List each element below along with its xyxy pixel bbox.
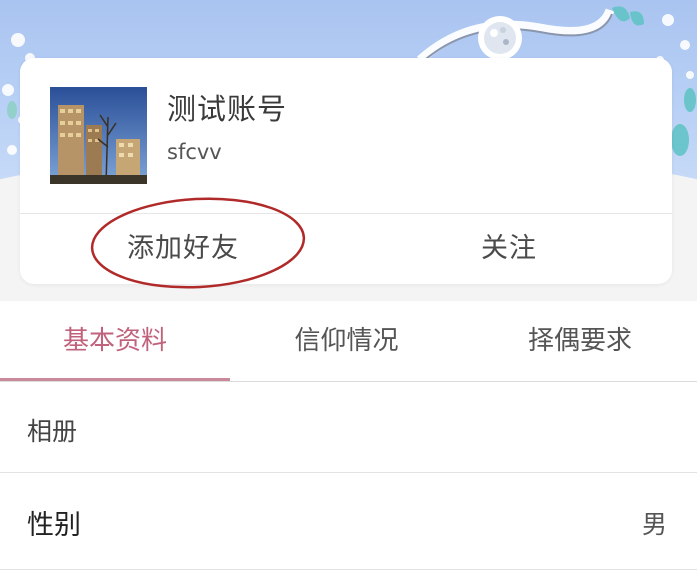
active-tab-indicator bbox=[0, 378, 230, 381]
gender-row: 性别 男 bbox=[0, 473, 697, 570]
album-label: 相册 bbox=[27, 417, 78, 446]
add-friend-button[interactable]: 添加好友 bbox=[20, 214, 346, 284]
tab-faith-status[interactable]: 信仰情况 bbox=[230, 301, 463, 381]
album-row[interactable]: 相册 bbox=[0, 382, 697, 473]
profile-tabs: 基本资料 信仰情况 择偶要求 bbox=[0, 301, 697, 382]
display-name: 测试账号 bbox=[167, 92, 288, 126]
gender-value: 男 bbox=[641, 510, 667, 539]
building-photo-icon bbox=[50, 87, 147, 184]
profile-card: 测试账号 sfcvv 添加好友 关注 bbox=[20, 58, 672, 284]
tab-partner-requirements[interactable]: 择偶要求 bbox=[463, 301, 697, 381]
avatar[interactable] bbox=[50, 87, 147, 184]
tab-basic-info[interactable]: 基本资料 bbox=[0, 301, 230, 381]
follow-button[interactable]: 关注 bbox=[346, 214, 672, 284]
username: sfcvv bbox=[167, 140, 222, 164]
gender-label: 性别 bbox=[27, 510, 81, 541]
